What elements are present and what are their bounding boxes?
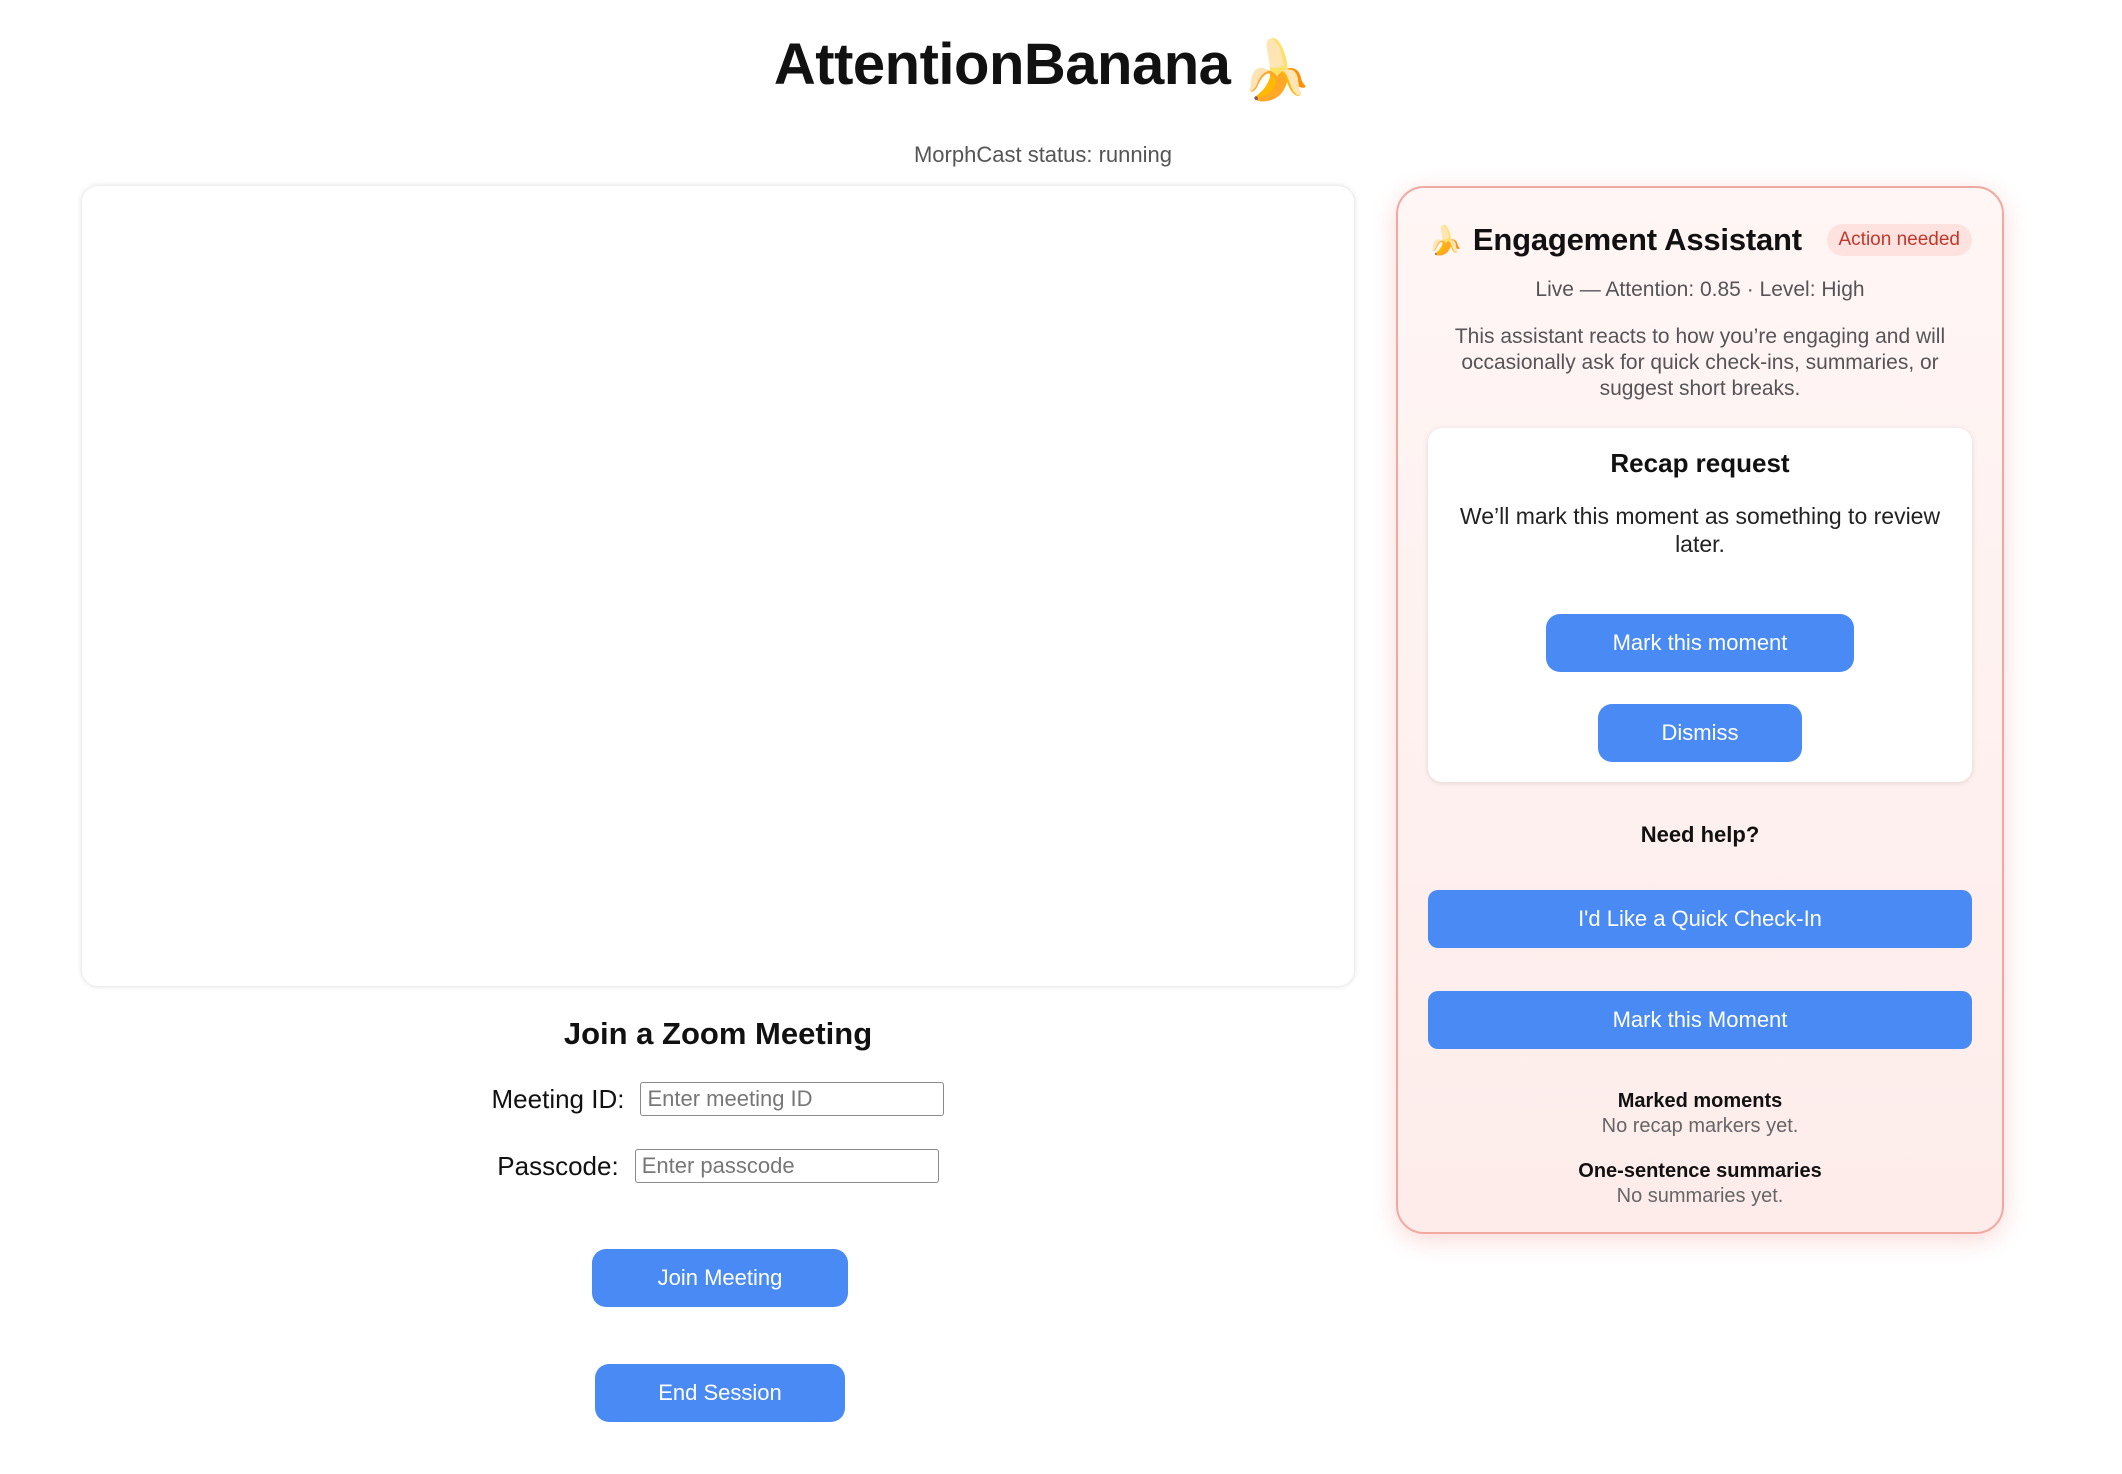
mark-this-moment-button[interactable]: Mark this moment bbox=[1546, 614, 1854, 672]
meeting-id-label: Meeting ID: bbox=[491, 1083, 625, 1114]
passcode-row: Passcode: bbox=[82, 1149, 1354, 1183]
assistant-header: 🍌 Engagement Assistant Action needed bbox=[1428, 218, 1972, 262]
assistant-title: Engagement Assistant bbox=[1472, 222, 1802, 257]
action-needed-badge: Action needed bbox=[1826, 224, 1972, 256]
app-title-text: AttentionBanana bbox=[773, 32, 1231, 97]
recap-title: Recap request bbox=[1610, 448, 1790, 478]
mark-moment-button[interactable]: Mark this Moment bbox=[1428, 991, 1972, 1049]
dismiss-button[interactable]: Dismiss bbox=[1598, 704, 1802, 762]
recap-request-card: Recap request We’ll mark this moment as … bbox=[1428, 428, 1972, 782]
join-meeting-section: Join a Zoom Meeting Meeting ID: Passcode… bbox=[82, 1012, 1354, 1422]
banana-icon: 🍌 bbox=[1428, 224, 1463, 256]
meeting-id-row: Meeting ID: bbox=[82, 1082, 1354, 1116]
live-attention-status: Live — Attention: 0.85 · Level: High bbox=[1535, 278, 1865, 301]
summaries-title: One-sentence summaries bbox=[1578, 1160, 1822, 1182]
passcode-input[interactable] bbox=[634, 1149, 939, 1183]
summaries-empty: No summaries yet. bbox=[1616, 1185, 1784, 1207]
marked-moments-title: Marked moments bbox=[1617, 1090, 1783, 1112]
app-title: AttentionBanana 🍌 bbox=[0, 30, 2086, 106]
quick-check-in-button[interactable]: I'd Like a Quick Check-In bbox=[1428, 890, 1972, 948]
need-help-title: Need help? bbox=[1640, 822, 1760, 847]
engagement-assistant-panel: 🍌 Engagement Assistant Action needed Liv… bbox=[1396, 186, 2004, 1234]
join-meeting-title: Join a Zoom Meeting bbox=[563, 1016, 873, 1051]
marked-moments-empty: No recap markers yet. bbox=[1601, 1115, 1799, 1137]
assistant-description: This assistant reacts to how you’re enga… bbox=[1454, 325, 1946, 400]
join-meeting-button[interactable]: Join Meeting bbox=[592, 1249, 848, 1307]
morphcast-status: MorphCast status: running bbox=[913, 142, 1173, 167]
passcode-label: Passcode: bbox=[497, 1150, 619, 1181]
meeting-id-input[interactable] bbox=[640, 1082, 945, 1116]
banana-icon: 🍌 bbox=[1240, 38, 1313, 103]
recap-body: We’ll mark this moment as something to r… bbox=[1459, 503, 1941, 557]
video-panel bbox=[82, 186, 1354, 986]
end-session-button[interactable]: End Session bbox=[595, 1364, 845, 1422]
